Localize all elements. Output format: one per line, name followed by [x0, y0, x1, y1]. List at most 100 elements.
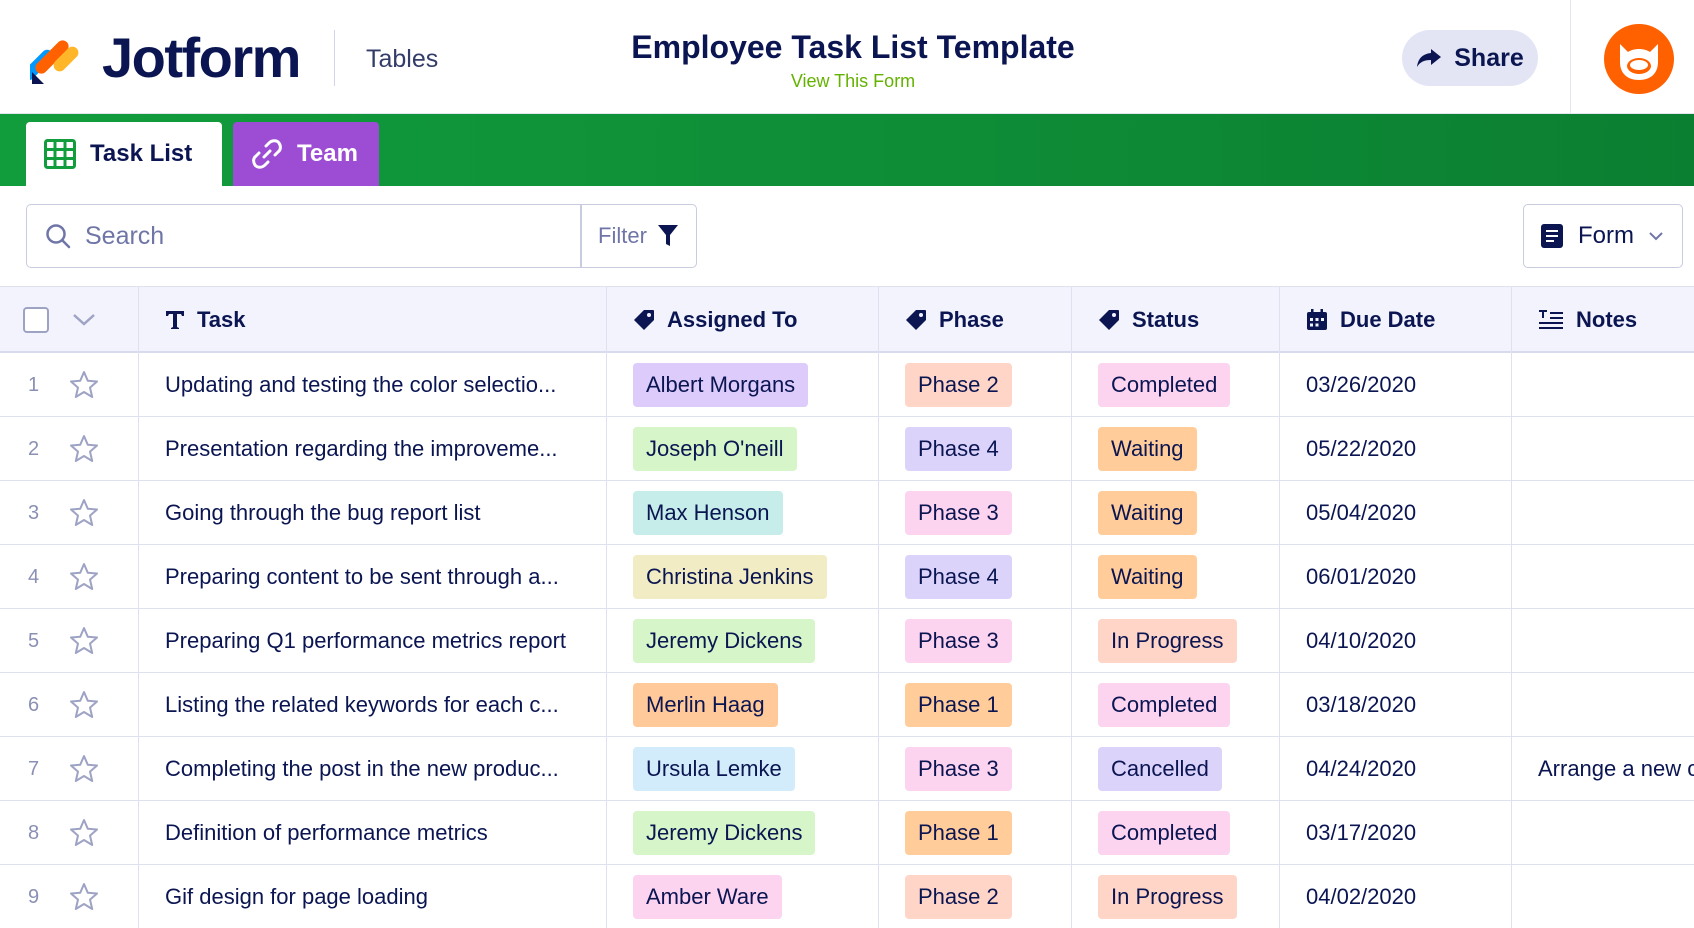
- task-cell[interactable]: Updating and testing the color selectio.…: [139, 353, 607, 417]
- select-all-checkbox[interactable]: [23, 307, 49, 333]
- task-cell[interactable]: Preparing content to be sent through a..…: [139, 545, 607, 609]
- tab-team[interactable]: Team: [233, 122, 379, 186]
- phase-cell[interactable]: Phase 3: [879, 609, 1072, 673]
- status-cell[interactable]: Cancelled: [1072, 737, 1280, 801]
- view-form-link[interactable]: View This Form: [560, 70, 1146, 92]
- phase-cell[interactable]: Phase 3: [879, 481, 1072, 545]
- due-date-cell[interactable]: 03/26/2020: [1280, 353, 1512, 417]
- star-icon[interactable]: [69, 690, 99, 720]
- phase-cell[interactable]: Phase 2: [879, 865, 1072, 928]
- row-controls-cell[interactable]: 5: [0, 609, 139, 673]
- star-icon[interactable]: [69, 882, 99, 912]
- task-cell[interactable]: Listing the related keywords for each c.…: [139, 673, 607, 737]
- table-row[interactable]: 1 Updating and testing the color selectio…: [0, 353, 1694, 417]
- row-controls-cell[interactable]: 3: [0, 481, 139, 545]
- notes-cell[interactable]: [1512, 481, 1694, 545]
- table-row[interactable]: 4 Preparing content to be sent through a.…: [0, 545, 1694, 609]
- due-date-cell[interactable]: 04/02/2020: [1280, 865, 1512, 928]
- notes-cell[interactable]: [1512, 673, 1694, 737]
- notes-cell[interactable]: [1512, 801, 1694, 865]
- notes-cell[interactable]: [1512, 353, 1694, 417]
- notes-cell[interactable]: [1512, 417, 1694, 481]
- star-icon[interactable]: [69, 498, 99, 528]
- column-header-phase[interactable]: Phase: [879, 287, 1072, 353]
- status-cell[interactable]: Completed: [1072, 353, 1280, 417]
- assigned-cell[interactable]: Amber Ware: [607, 865, 879, 928]
- assigned-cell[interactable]: Jeremy Dickens: [607, 801, 879, 865]
- notes-cell[interactable]: [1512, 545, 1694, 609]
- task-cell[interactable]: Gif design for page loading: [139, 865, 607, 928]
- phase-cell[interactable]: Phase 1: [879, 673, 1072, 737]
- row-controls-cell[interactable]: 6: [0, 673, 139, 737]
- due-date-cell[interactable]: 06/01/2020: [1280, 545, 1512, 609]
- search-input[interactable]: [85, 221, 525, 251]
- table-row[interactable]: 6 Listing the related keywords for each c…: [0, 673, 1694, 737]
- status-cell[interactable]: Waiting: [1072, 417, 1280, 481]
- task-cell[interactable]: Preparing Q1 performance metrics report: [139, 609, 607, 673]
- table-row[interactable]: 9 Gif design for page loading Amber Ware Ph…: [0, 865, 1694, 928]
- due-date-cell[interactable]: 04/24/2020: [1280, 737, 1512, 801]
- star-icon[interactable]: [69, 370, 99, 400]
- row-controls-cell[interactable]: 4: [0, 545, 139, 609]
- column-header-task[interactable]: Task: [139, 287, 607, 353]
- table-row[interactable]: 3 Going through the bug report list Max He…: [0, 481, 1694, 545]
- brand-name[interactable]: Jotform: [102, 26, 301, 90]
- phase-cell[interactable]: Phase 3: [879, 737, 1072, 801]
- due-date-cell[interactable]: 05/04/2020: [1280, 481, 1512, 545]
- assigned-cell[interactable]: Max Henson: [607, 481, 879, 545]
- jotform-logo-icon[interactable]: [30, 32, 80, 84]
- row-controls-cell[interactable]: 8: [0, 801, 139, 865]
- status-cell[interactable]: Waiting: [1072, 481, 1280, 545]
- table-row[interactable]: 2 Presentation regarding the improveme...…: [0, 417, 1694, 481]
- status-cell[interactable]: In Progress: [1072, 609, 1280, 673]
- due-date-cell[interactable]: 03/17/2020: [1280, 801, 1512, 865]
- column-header-notes[interactable]: Notes: [1512, 287, 1694, 353]
- tab-task-list[interactable]: Task List: [26, 122, 222, 186]
- phase-cell[interactable]: Phase 1: [879, 801, 1072, 865]
- star-icon[interactable]: [69, 434, 99, 464]
- table-row[interactable]: 7 Completing the post in the new produc..…: [0, 737, 1694, 801]
- task-cell[interactable]: Presentation regarding the improveme...: [139, 417, 607, 481]
- assigned-cell[interactable]: Merlin Haag: [607, 673, 879, 737]
- user-avatar[interactable]: [1604, 24, 1674, 94]
- filter-button[interactable]: Filter: [580, 204, 697, 268]
- notes-cell[interactable]: [1512, 609, 1694, 673]
- section-name[interactable]: Tables: [366, 44, 438, 74]
- assigned-cell[interactable]: Ursula Lemke: [607, 737, 879, 801]
- task-cell[interactable]: Definition of performance metrics: [139, 801, 607, 865]
- star-icon[interactable]: [69, 754, 99, 784]
- row-controls-cell[interactable]: 7: [0, 737, 139, 801]
- due-date-cell[interactable]: 05/22/2020: [1280, 417, 1512, 481]
- assigned-cell[interactable]: Joseph O'neill: [607, 417, 879, 481]
- due-date-cell[interactable]: 03/18/2020: [1280, 673, 1512, 737]
- assigned-cell[interactable]: Christina Jenkins: [607, 545, 879, 609]
- column-header-assigned[interactable]: Assigned To: [607, 287, 879, 353]
- due-date-cell[interactable]: 04/10/2020: [1280, 609, 1512, 673]
- row-controls-cell[interactable]: 9: [0, 865, 139, 928]
- table-row[interactable]: 5 Preparing Q1 performance metrics report…: [0, 609, 1694, 673]
- form-view-button[interactable]: Form: [1523, 204, 1683, 268]
- star-icon[interactable]: [69, 626, 99, 656]
- share-button[interactable]: Share: [1402, 30, 1538, 86]
- assigned-cell[interactable]: Albert Morgans: [607, 353, 879, 417]
- star-icon[interactable]: [69, 818, 99, 848]
- status-cell[interactable]: Completed: [1072, 801, 1280, 865]
- notes-cell[interactable]: [1512, 865, 1694, 928]
- row-controls-cell[interactable]: 2: [0, 417, 139, 481]
- status-cell[interactable]: Waiting: [1072, 545, 1280, 609]
- task-cell[interactable]: Completing the post in the new produc...: [139, 737, 607, 801]
- task-cell[interactable]: Going through the bug report list: [139, 481, 607, 545]
- status-cell[interactable]: In Progress: [1072, 865, 1280, 928]
- status-cell[interactable]: Completed: [1072, 673, 1280, 737]
- row-controls-cell[interactable]: 1: [0, 353, 139, 417]
- phase-cell[interactable]: Phase 4: [879, 417, 1072, 481]
- phase-cell[interactable]: Phase 2: [879, 353, 1072, 417]
- star-icon[interactable]: [69, 562, 99, 592]
- table-row[interactable]: 8 Definition of performance metrics Jeremy…: [0, 801, 1694, 865]
- notes-cell[interactable]: Arrange a new c: [1512, 737, 1694, 801]
- column-header-due[interactable]: Due Date: [1280, 287, 1512, 353]
- phase-cell[interactable]: Phase 4: [879, 545, 1072, 609]
- column-header-status[interactable]: Status: [1072, 287, 1280, 353]
- assigned-cell[interactable]: Jeremy Dickens: [607, 609, 879, 673]
- chevron-down-icon[interactable]: [71, 312, 97, 328]
